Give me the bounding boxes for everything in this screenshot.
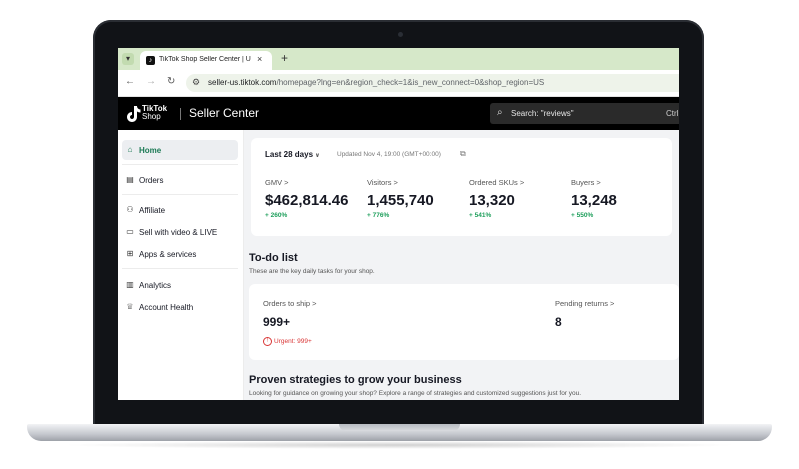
- sidebar-item-label: Orders: [139, 176, 164, 185]
- urgent-badge: ! Urgent: 999+: [263, 337, 312, 346]
- sidebar-item-orders[interactable]: ▤ Orders: [122, 170, 238, 190]
- metric-label: Ordered SKUs >: [469, 178, 525, 187]
- sidebar-item-label: Sell with video & LIVE: [139, 228, 218, 237]
- search-icon: ⌕: [497, 107, 503, 118]
- metric-label: GMV >: [265, 178, 289, 187]
- chart-icon: ▥: [126, 280, 134, 289]
- sidebar-item-label: Analytics: [139, 281, 172, 290]
- alert-icon: !: [263, 337, 272, 346]
- tab-title: TikTok Shop Seller Center | Unit: [159, 56, 251, 63]
- todo-label: Pending returns >: [555, 299, 615, 308]
- browser-tab[interactable]: ♪ TikTok Shop Seller Center | Unit ×: [140, 51, 272, 70]
- todo-value: 999+: [263, 315, 291, 329]
- sidebar-item-analytics[interactable]: ▥ Analytics: [122, 275, 238, 295]
- metric-change: + 260%: [265, 212, 288, 219]
- metric-change: + 541%: [469, 212, 492, 219]
- url-bar[interactable]: ⚙ seller-us.tiktok.com/homepage?lng=en&r…: [186, 74, 679, 92]
- sidebar-item-home[interactable]: ⌂ Home: [122, 140, 238, 160]
- stats-card: Last 28 days ∨ Updated Nov 4, 19:00 (GMT+…: [251, 138, 672, 236]
- clipboard-icon: ▤: [126, 175, 134, 184]
- main-content: Last 28 days ∨ Updated Nov 4, 19:00 (GMT+…: [244, 130, 679, 400]
- url-path: /homepage?lng=en&region_check=1&is_new_c…: [276, 78, 545, 87]
- tiktok-logo-icon: [127, 106, 141, 122]
- metric-label: Visitors >: [367, 178, 398, 187]
- growth-title: Proven strategies to grow your business: [249, 374, 462, 386]
- url-host: seller-us.tiktok.com: [208, 78, 277, 87]
- trophy-icon: ♕: [126, 302, 134, 311]
- todo-value: 8: [555, 315, 562, 329]
- urgent-text: Urgent: 999+: [274, 338, 312, 346]
- app-header: TikTok Shop Seller Center ⌕ Search: "rev…: [118, 97, 679, 130]
- period-dropdown[interactable]: Last 28 days ∨: [265, 150, 320, 159]
- sidebar-item-label: Home: [139, 146, 162, 155]
- metric-ordered-skus[interactable]: Ordered SKUs > 13,320 + 541%: [469, 178, 569, 219]
- video-icon: ▭: [126, 227, 134, 236]
- metric-change: + 550%: [571, 212, 594, 219]
- back-arrow-icon[interactable]: ←: [125, 76, 135, 87]
- sidebar-item-label: Affiliate: [139, 206, 166, 215]
- camera-dot: [398, 32, 403, 37]
- metric-buyers[interactable]: Buyers > 13,248 + 550%: [571, 178, 671, 219]
- sidebar-divider: [122, 194, 238, 195]
- reload-icon[interactable]: ↻: [167, 76, 175, 87]
- metric-label: Buyers >: [571, 178, 601, 187]
- sidebar-item-affiliate[interactable]: ⚇ Affiliate: [122, 200, 238, 220]
- metric-value: 13,248: [571, 192, 617, 209]
- header-divider: [180, 108, 181, 120]
- sidebar-item-sell-with-video[interactable]: ▭ Sell with video & LIVE: [122, 222, 238, 242]
- sidebar: ⌂ Home ▤ Orders ⚇ Affiliate ▭ Sell with …: [118, 130, 244, 400]
- new-tab-button[interactable]: +: [281, 51, 288, 65]
- sidebar-divider: [122, 164, 238, 165]
- browser-tabbar: ▾ ♪ TikTok Shop Seller Center | Unit × +: [118, 48, 679, 70]
- updated-timestamp: Updated Nov 4, 19:00 (GMT+00:00): [337, 151, 441, 158]
- sidebar-divider: [122, 268, 238, 269]
- sidebar-item-apps-services[interactable]: ⊞ Apps & services: [122, 244, 238, 264]
- sidebar-item-account-health[interactable]: ♕ Account Health: [122, 297, 238, 317]
- brand-bottom: Shop: [142, 112, 161, 121]
- apps-icon: ⊞: [126, 249, 134, 258]
- site-settings-icon[interactable]: ⚙: [192, 77, 200, 88]
- laptop-shadow: [60, 441, 739, 449]
- forward-arrow-icon[interactable]: →: [146, 76, 156, 87]
- search-placeholder: Search: "reviews": [511, 109, 574, 118]
- search-shortcut: Ctrl: [666, 109, 679, 118]
- browser-toolbar: ← → ↻ ⚙ seller-us.tiktok.com/homepage?ln…: [118, 70, 679, 97]
- todo-label: Orders to ship >: [263, 299, 317, 308]
- tab-close-icon[interactable]: ×: [257, 54, 262, 64]
- sidebar-item-label: Account Health: [139, 303, 194, 312]
- todo-orders-to-ship[interactable]: Orders to ship > 999+: [263, 299, 317, 329]
- growth-subtitle: Looking for guidance on growing your sho…: [249, 390, 582, 397]
- tab-list-chevron-icon[interactable]: ▾: [122, 53, 134, 65]
- tiktok-favicon-icon: ♪: [146, 56, 155, 65]
- search-input[interactable]: ⌕ Search: "reviews" Ctrl: [490, 103, 679, 124]
- metric-visitors[interactable]: Visitors > 1,455,740 + 776%: [367, 178, 467, 219]
- todo-card: Orders to ship > 999+ ! Urgent: 999+ Pend…: [249, 284, 679, 360]
- period-label: Last 28 days: [265, 150, 314, 159]
- home-icon: ⌂: [127, 145, 133, 154]
- metric-gmv[interactable]: GMV > $462,814.46 + 260%: [265, 178, 365, 219]
- sidebar-item-label: Apps & services: [139, 250, 197, 259]
- export-icon[interactable]: ⧉: [460, 149, 466, 159]
- url-text: seller-us.tiktok.com/homepage?lng=en&reg…: [208, 78, 544, 87]
- todo-subtitle: These are the key daily tasks for your s…: [249, 268, 375, 275]
- page-title: Seller Center: [189, 106, 260, 120]
- people-icon: ⚇: [126, 205, 134, 214]
- metric-value: 13,320: [469, 192, 515, 209]
- laptop-notch: [339, 424, 460, 431]
- metric-change: + 776%: [367, 212, 390, 219]
- screen: ▾ ♪ TikTok Shop Seller Center | Unit × +…: [118, 48, 679, 400]
- metric-value: 1,455,740: [367, 192, 434, 209]
- tiktok-shop-logo: TikTok Shop: [142, 105, 167, 121]
- todo-pending-returns[interactable]: Pending returns > 8: [555, 299, 614, 329]
- todo-title: To-do list: [249, 252, 298, 264]
- chevron-down-icon: ∨: [315, 153, 320, 159]
- metric-value: $462,814.46: [265, 192, 349, 209]
